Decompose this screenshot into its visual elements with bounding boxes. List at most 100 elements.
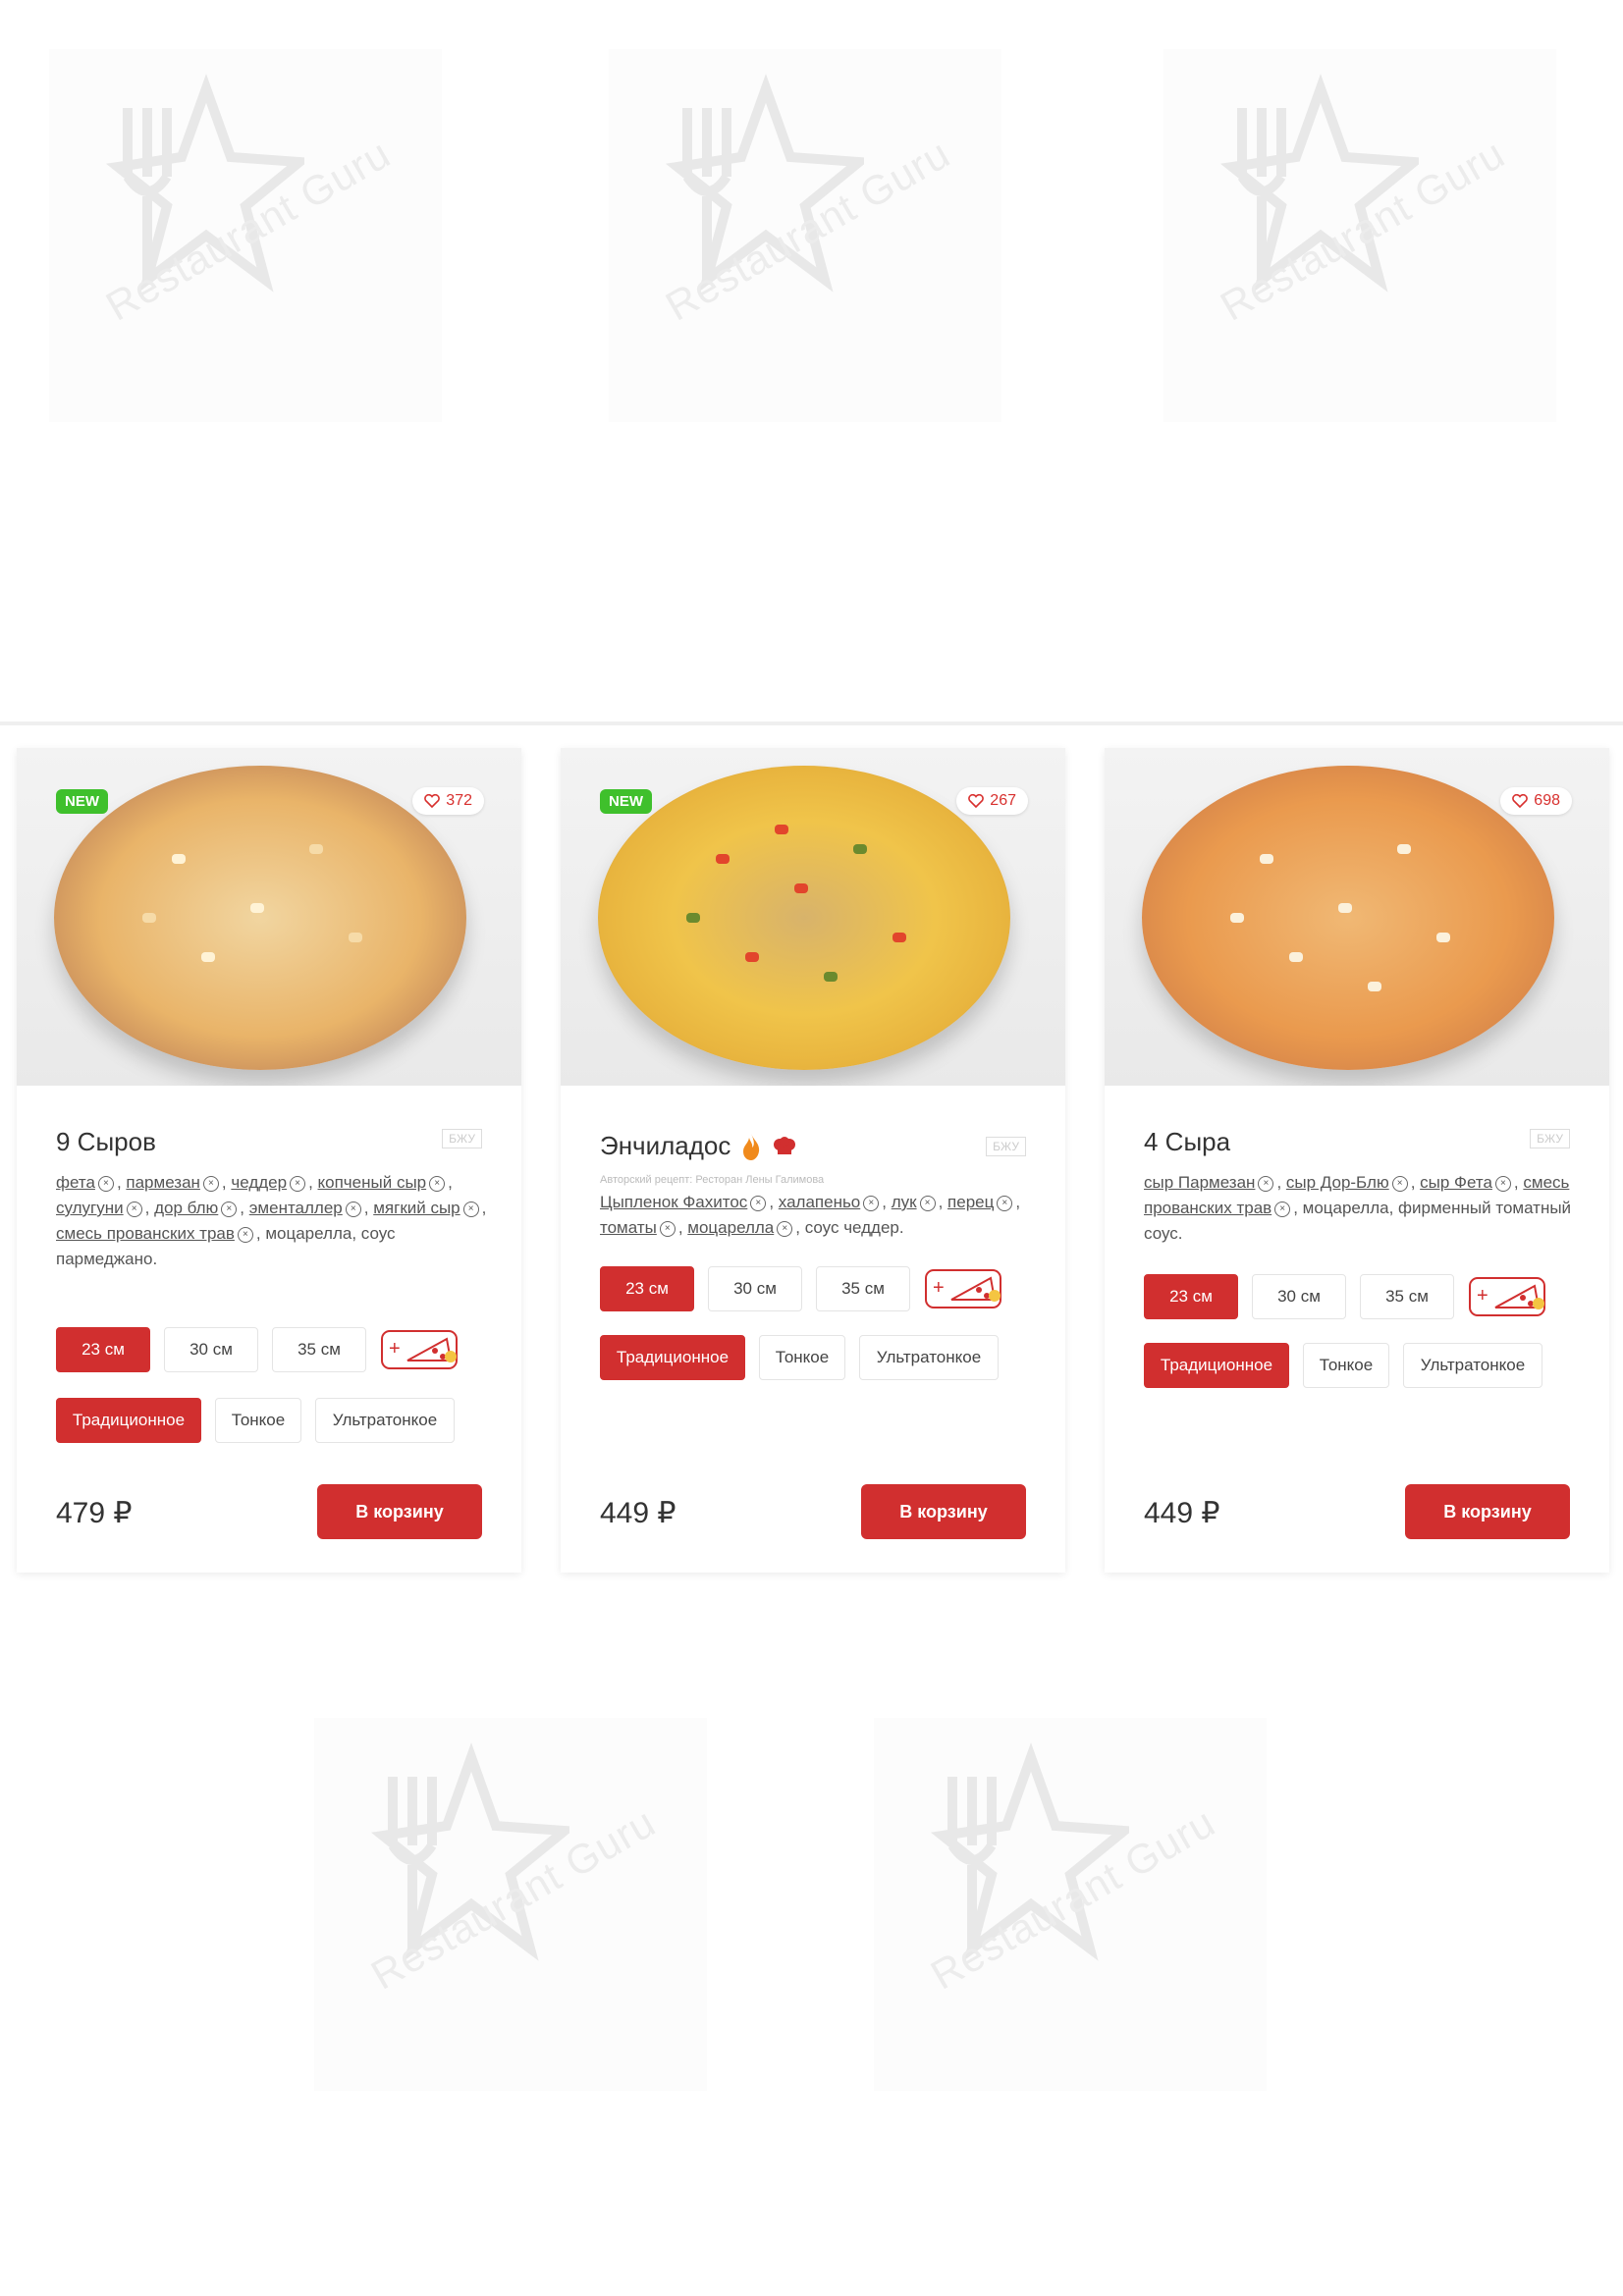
crust-button[interactable]: Тонкое	[759, 1335, 845, 1380]
ingredient-link[interactable]: халапеньо	[779, 1193, 861, 1211]
remove-ingredient-icon[interactable]: ×	[1274, 1201, 1291, 1217]
remove-ingredient-icon[interactable]: ×	[126, 1201, 142, 1217]
add-to-cart-button[interactable]: В корзину	[1405, 1484, 1570, 1539]
remove-ingredient-icon[interactable]: ×	[237, 1226, 253, 1243]
remove-ingredient-icon[interactable]: ×	[462, 1201, 479, 1217]
crust-button[interactable]: Тонкое	[215, 1398, 301, 1443]
remove-ingredient-icon[interactable]: ×	[750, 1195, 767, 1211]
watermark-text: Restaurant Guru	[923, 1798, 1223, 1999]
size-button[interactable]: 30 см	[164, 1327, 258, 1372]
ingredients-list: Цыпленок Фахитос ×, халапеньо ×, лук ×, пер…	[600, 1193, 1021, 1237]
nutrition-button[interactable]: БЖУ	[1530, 1129, 1570, 1148]
nutrition-button[interactable]: БЖУ	[986, 1137, 1026, 1156]
product-title: 4 Сыра	[1144, 1127, 1230, 1157]
remove-ingredient-icon[interactable]: ×	[221, 1201, 238, 1217]
svg-text:+: +	[1477, 1285, 1488, 1307]
size-button[interactable]: 23 см	[56, 1327, 150, 1372]
ingredient-link[interactable]: фета	[56, 1173, 95, 1192]
crust-selector: Традиционное Тонкое Ультратонкое	[1144, 1343, 1542, 1388]
ingredient-link[interactable]: Цыпленок Фахитос	[600, 1193, 747, 1211]
remove-ingredient-icon[interactable]: ×	[997, 1195, 1013, 1211]
size-button[interactable]: 30 см	[1252, 1274, 1346, 1319]
add-to-cart-button[interactable]: В корзину	[861, 1484, 1026, 1539]
remove-ingredient-icon[interactable]: ×	[202, 1175, 219, 1192]
ingredient-link[interactable]: сыр Пармезан	[1144, 1173, 1255, 1192]
crust-button[interactable]: Ультратонкое	[1403, 1343, 1542, 1388]
size-button[interactable]: 35 см	[1360, 1274, 1454, 1319]
remove-ingredient-icon[interactable]: ×	[345, 1201, 361, 1217]
ingredient-link[interactable]: копченый сыр	[318, 1173, 427, 1192]
product-card: 698 4 Сыра БЖУ сыр Пармезан ×, сыр Дор-Бл…	[1105, 748, 1609, 1573]
ingredient-link[interactable]: сыр Дор-Блю	[1286, 1173, 1389, 1192]
size-button[interactable]: 23 см	[600, 1266, 694, 1311]
size-selector: 23 см 30 см 35 см +	[1144, 1274, 1548, 1319]
crust-button[interactable]: Традиционное	[56, 1398, 201, 1443]
crust-button[interactable]: Ультратонкое	[315, 1398, 455, 1443]
watermark-text: Restaurant Guru	[1213, 130, 1513, 330]
heart-icon	[1512, 794, 1529, 808]
size-button[interactable]: 35 см	[272, 1327, 366, 1372]
author-recipe: Авторский рецепт: Ресторан Лены Галимова	[600, 1174, 825, 1186]
ingredient-link[interactable]: лук	[892, 1193, 917, 1211]
crust-button[interactable]: Тонкое	[1303, 1343, 1389, 1388]
remove-ingredient-icon[interactable]: ×	[290, 1175, 306, 1192]
watermark-logo-icon	[930, 1742, 1129, 1961]
ingredient-link[interactable]: сулугуни	[56, 1199, 124, 1217]
like-button[interactable]: 372	[412, 787, 484, 815]
ingredient-link[interactable]: мягкий сыр	[373, 1199, 460, 1217]
watermark-logo-icon	[1219, 74, 1419, 293]
remove-ingredient-icon[interactable]: ×	[1391, 1175, 1408, 1192]
watermark-text: Restaurant Guru	[98, 130, 399, 330]
remove-ingredient-icon[interactable]: ×	[777, 1220, 793, 1237]
crust-selector: Традиционное Тонкое Ультратонкое	[600, 1335, 999, 1380]
ingredient-link[interactable]: сыр Фета	[1420, 1173, 1492, 1192]
add-to-cart-button[interactable]: В корзину	[317, 1484, 482, 1539]
like-button[interactable]: 267	[956, 787, 1028, 815]
add-topping-button[interactable]: +	[924, 1266, 1004, 1311]
remove-ingredient-icon[interactable]: ×	[659, 1220, 676, 1237]
watermark-tile: Restaurant Guru	[314, 1718, 707, 2091]
ingredient-link[interactable]: пармезан	[126, 1173, 200, 1192]
pizza-image	[54, 766, 466, 1070]
watermark-tile: Restaurant Guru	[1163, 49, 1556, 422]
ingredient-link[interactable]: дор блю	[154, 1199, 218, 1217]
price: 449 ₽	[600, 1497, 676, 1529]
ingredient-link[interactable]: моцарелла	[687, 1218, 774, 1237]
size-button[interactable]: 30 см	[708, 1266, 802, 1311]
heart-icon	[968, 794, 985, 808]
remove-ingredient-icon[interactable]: ×	[1494, 1175, 1511, 1192]
crust-button[interactable]: Традиционное	[1144, 1343, 1289, 1388]
add-topping-button[interactable]: +	[1468, 1274, 1548, 1319]
ingredient-link[interactable]: эменталлер	[249, 1199, 343, 1217]
size-button[interactable]: 35 см	[816, 1266, 910, 1311]
remove-ingredient-icon[interactable]: ×	[1258, 1175, 1274, 1192]
add-topping-icon: +	[381, 1330, 458, 1369]
like-button[interactable]: 698	[1500, 787, 1572, 815]
remove-ingredient-icon[interactable]: ×	[863, 1195, 880, 1211]
size-button[interactable]: 23 см	[1144, 1274, 1238, 1319]
remove-ingredient-icon[interactable]: ×	[429, 1175, 446, 1192]
chef-hat-icon	[774, 1136, 796, 1154]
add-topping-button[interactable]: +	[380, 1327, 460, 1372]
like-count: 698	[1534, 792, 1560, 809]
watermark-logo-icon	[665, 74, 864, 293]
product-title: 9 Сыров	[56, 1127, 156, 1157]
remove-ingredient-icon[interactable]: ×	[919, 1195, 936, 1211]
like-count: 372	[446, 792, 472, 809]
ingredient-link[interactable]: смесь прованских трав	[56, 1224, 235, 1243]
remove-ingredient-icon[interactable]: ×	[97, 1175, 114, 1192]
ingredient-link[interactable]: чеддер	[231, 1173, 287, 1192]
nutrition-button[interactable]: БЖУ	[442, 1129, 482, 1148]
ingredient-link[interactable]: томаты	[600, 1218, 657, 1237]
ingredient-link[interactable]: перец	[947, 1193, 994, 1211]
ingredients-list: сыр Пармезан ×, сыр Дор-Блю ×, сыр Фета ×, …	[1144, 1173, 1572, 1243]
size-selector: 23 см 30 см 35 см +	[56, 1327, 460, 1372]
flame-icon	[743, 1133, 760, 1160]
product-title: Энчиладос	[600, 1131, 797, 1161]
crust-button[interactable]: Ультратонкое	[859, 1335, 999, 1380]
price: 479 ₽	[56, 1497, 133, 1529]
product-title-text: 4 Сыра	[1144, 1127, 1231, 1156]
watermark-logo-icon	[370, 1742, 569, 1961]
product-photo: NEW 372	[17, 748, 521, 1086]
crust-button[interactable]: Традиционное	[600, 1335, 745, 1380]
